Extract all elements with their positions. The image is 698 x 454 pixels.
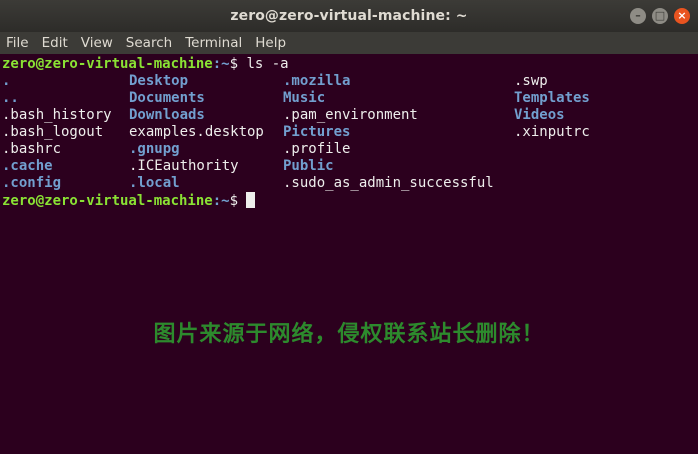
directory-entry: Documents [129, 90, 205, 106]
text-cursor [246, 192, 256, 208]
directory-entry: Templates [514, 90, 590, 106]
listing-row: .cache .ICEauthority Public [2, 158, 698, 175]
listing-row: .bashrc .gnupg .profile [2, 141, 698, 158]
command-line: zero@zero-virtual-machine:~$ ls -a [2, 56, 698, 73]
file-entry: .sudo_as_admin_successful [283, 175, 494, 191]
menu-help[interactable]: Help [255, 35, 286, 51]
prompt-user: zero@zero-virtual-machine [2, 56, 213, 72]
active-prompt-line[interactable]: zero@zero-virtual-machine:~$ [2, 192, 698, 209]
directory-entry: Desktop [129, 73, 189, 89]
maximize-icon[interactable]: □ [652, 8, 668, 24]
menu-edit[interactable]: Edit [42, 35, 68, 51]
file-entry: .ICEauthority [129, 158, 239, 174]
directory-entry: Public [283, 158, 334, 174]
prompt-symbol: $ [229, 56, 239, 72]
terminal-area[interactable]: zero@zero-virtual-machine:~$ ls -a . Desk… [0, 54, 698, 454]
close-icon[interactable]: × [674, 8, 690, 24]
watermark-text: 图片来源于网络，侵权联系站长删除！ [153, 322, 545, 347]
file-entry: .bashrc [2, 141, 62, 157]
menu-view[interactable]: View [81, 35, 113, 51]
prompt-user: zero@zero-virtual-machine [2, 193, 213, 209]
directory-listing: . Desktop .mozilla .swp.. Documents Music Temp… [2, 73, 698, 192]
file-entry: examples.desktop [129, 124, 264, 140]
title-bar: zero@zero-virtual-machine: ~ – □ × [0, 0, 698, 32]
listing-row: . Desktop .mozilla .swp [2, 73, 698, 90]
window-title: zero@zero-virtual-machine: ~ [230, 8, 468, 24]
listing-row: .bash_history Downloads .pam_environment Vi… [2, 107, 698, 124]
file-entry: .profile [283, 141, 351, 157]
menu-bar: File Edit View Search Terminal Help [0, 32, 698, 54]
directory-entry: Pictures [283, 124, 351, 140]
command-text: ls -a [238, 56, 289, 72]
directory-entry: Music [283, 90, 326, 106]
directory-entry: .gnupg [129, 141, 180, 157]
file-entry: .xinputrc [514, 124, 590, 140]
minimize-icon[interactable]: – [630, 8, 646, 24]
listing-row: .. Documents Music Templates [2, 90, 698, 107]
directory-entry: .local [129, 175, 180, 191]
directory-entry: .mozilla [283, 73, 351, 89]
prompt-symbol: $ [229, 193, 239, 209]
directory-entry: Videos [514, 107, 565, 123]
directory-entry: Downloads [129, 107, 205, 123]
directory-entry: .config [2, 175, 62, 191]
file-entry: .bash_logout [2, 124, 104, 140]
file-entry: .bash_history [2, 107, 112, 123]
file-entry: .swp [514, 73, 548, 89]
file-entry: .pam_environment [283, 107, 418, 123]
prompt-path: :~ [212, 193, 230, 209]
directory-entry: .cache [2, 158, 53, 174]
prompt-path: :~ [212, 56, 230, 72]
directory-entry: .. [2, 90, 19, 106]
menu-file[interactable]: File [6, 35, 29, 51]
listing-row: .bash_logout examples.desktop Pictures .xin… [2, 124, 698, 141]
menu-search[interactable]: Search [126, 35, 172, 51]
directory-entry: . [2, 73, 11, 89]
menu-terminal[interactable]: Terminal [185, 35, 242, 51]
listing-row: .config .local .sudo_as_admin_successful [2, 175, 698, 192]
window-controls: – □ × [630, 8, 690, 24]
